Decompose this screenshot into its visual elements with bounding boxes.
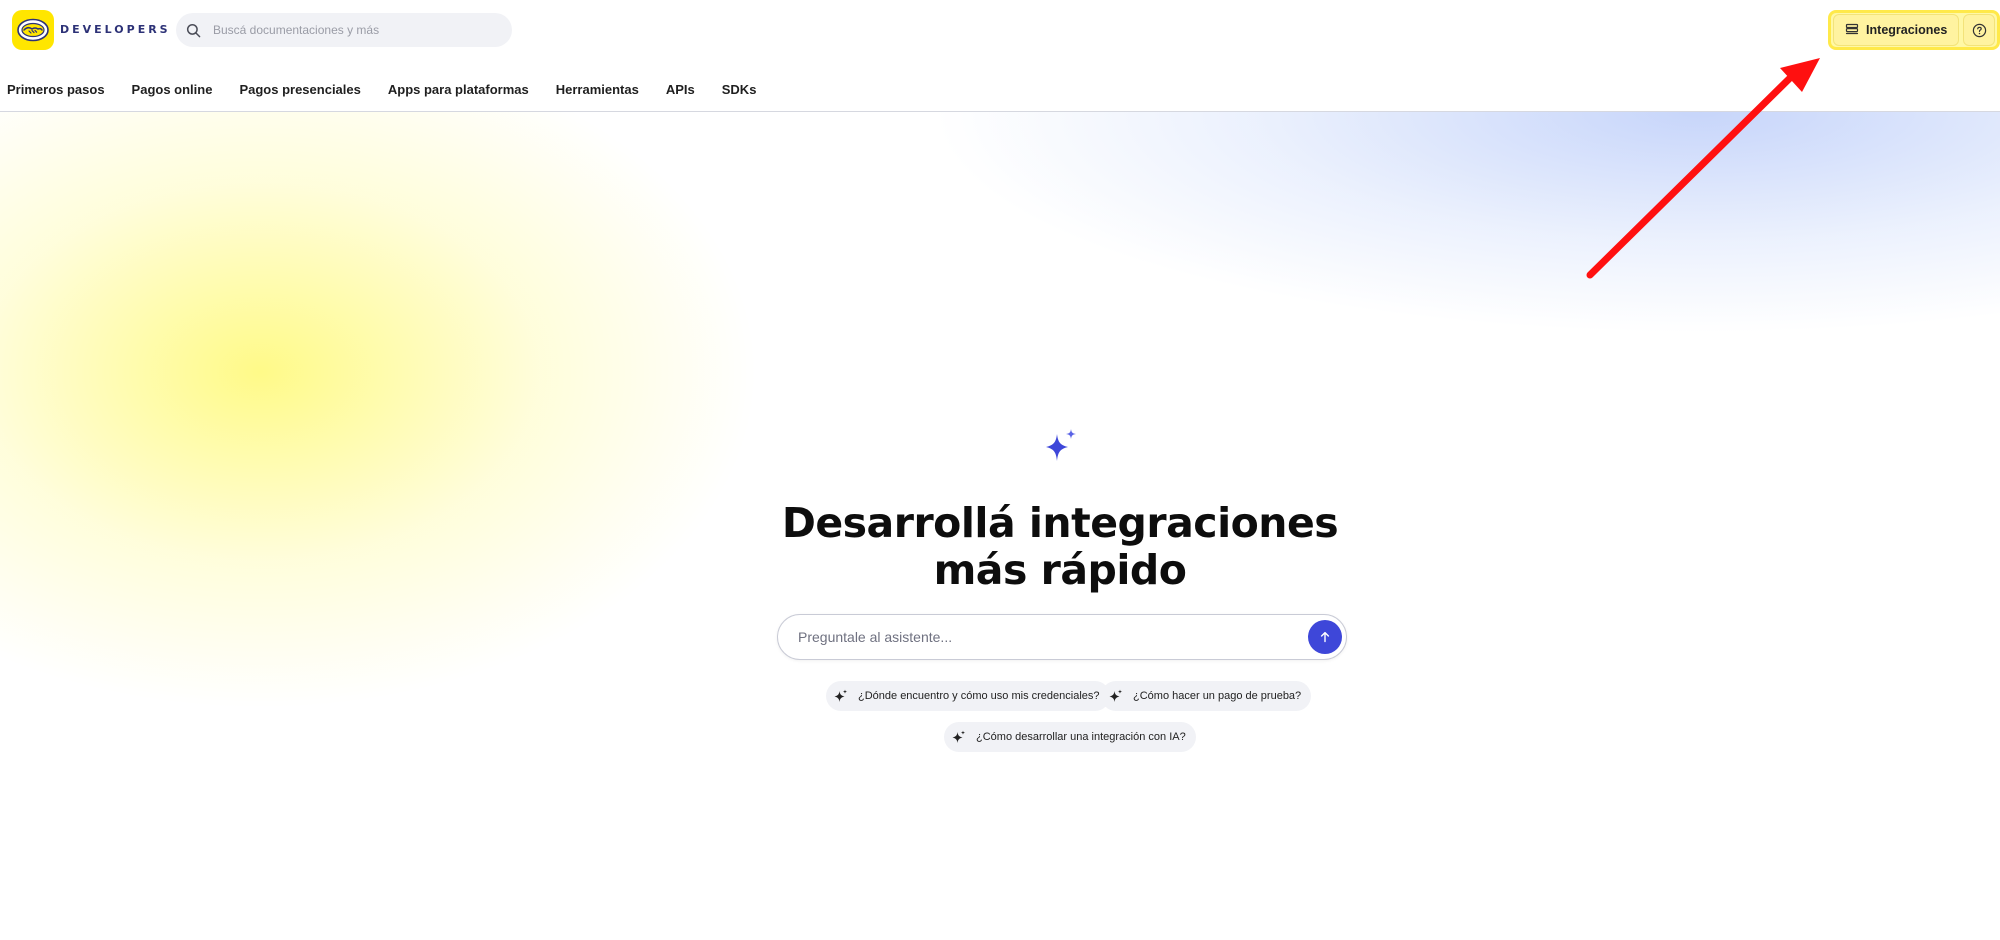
- site-header: DEVELOPERS Primeros pasos Pagos online P…: [0, 0, 2000, 112]
- help-button[interactable]: [1963, 14, 1995, 46]
- search-icon: [186, 23, 201, 37]
- suggestion-label: ¿Cómo desarrollar una integración con IA…: [976, 731, 1186, 743]
- assistant-prompt-box[interactable]: [777, 614, 1347, 660]
- integraciones-button[interactable]: Integraciones: [1833, 14, 1960, 46]
- nav-item-sdks[interactable]: SDKs: [722, 82, 757, 97]
- logo-text[interactable]: DEVELOPERS: [60, 23, 171, 36]
- sparkle-icon: [1046, 429, 1076, 461]
- hero-title: Desarrollá integraciones más rápido: [760, 500, 1360, 594]
- integraciones-label: Integraciones: [1866, 23, 1948, 37]
- sparkle-icon: [834, 689, 848, 702]
- arrow-up-icon: [1320, 631, 1330, 643]
- nav-item-primeros-pasos[interactable]: Primeros pasos: [7, 82, 105, 97]
- handshake-icon: [17, 18, 49, 42]
- help-circle-icon: [1972, 23, 1986, 37]
- assistant-input[interactable]: [796, 628, 1296, 646]
- suggestion-label: ¿Dónde encuentro y cómo uso mis credenci…: [858, 690, 1100, 702]
- nav-item-herramientas[interactable]: Herramientas: [556, 82, 639, 97]
- stack-icon: [1845, 23, 1859, 35]
- send-button[interactable]: [1308, 620, 1342, 654]
- nav-item-apis[interactable]: APIs: [666, 82, 695, 97]
- header-actions-highlight: Integraciones: [1828, 10, 2000, 50]
- nav-item-pagos-online[interactable]: Pagos online: [132, 82, 213, 97]
- suggestion-chip-pago-prueba[interactable]: ¿Cómo hacer un pago de prueba?: [1101, 681, 1312, 711]
- suggestion-chip-integracion-ia[interactable]: ¿Cómo desarrollar una integración con IA…: [944, 722, 1196, 752]
- suggestion-label: ¿Cómo hacer un pago de prueba?: [1133, 690, 1302, 702]
- nav-item-apps-para-plataformas[interactable]: Apps para plataformas: [388, 82, 529, 97]
- search-bar[interactable]: [176, 13, 512, 47]
- main-nav: Primeros pasos Pagos online Pagos presen…: [7, 82, 783, 97]
- suggestion-chip-credenciales[interactable]: ¿Dónde encuentro y cómo uso mis credenci…: [826, 681, 1110, 711]
- sparkle-icon: [952, 730, 966, 743]
- logo[interactable]: [12, 10, 54, 50]
- hero-title-line-2: más rápido: [933, 546, 1187, 594]
- sparkle-icon: [1109, 689, 1123, 702]
- nav-item-pagos-presenciales[interactable]: Pagos presenciales: [239, 82, 360, 97]
- search-input[interactable]: [211, 22, 501, 38]
- hero-title-line-1: Desarrollá integraciones: [781, 499, 1339, 547]
